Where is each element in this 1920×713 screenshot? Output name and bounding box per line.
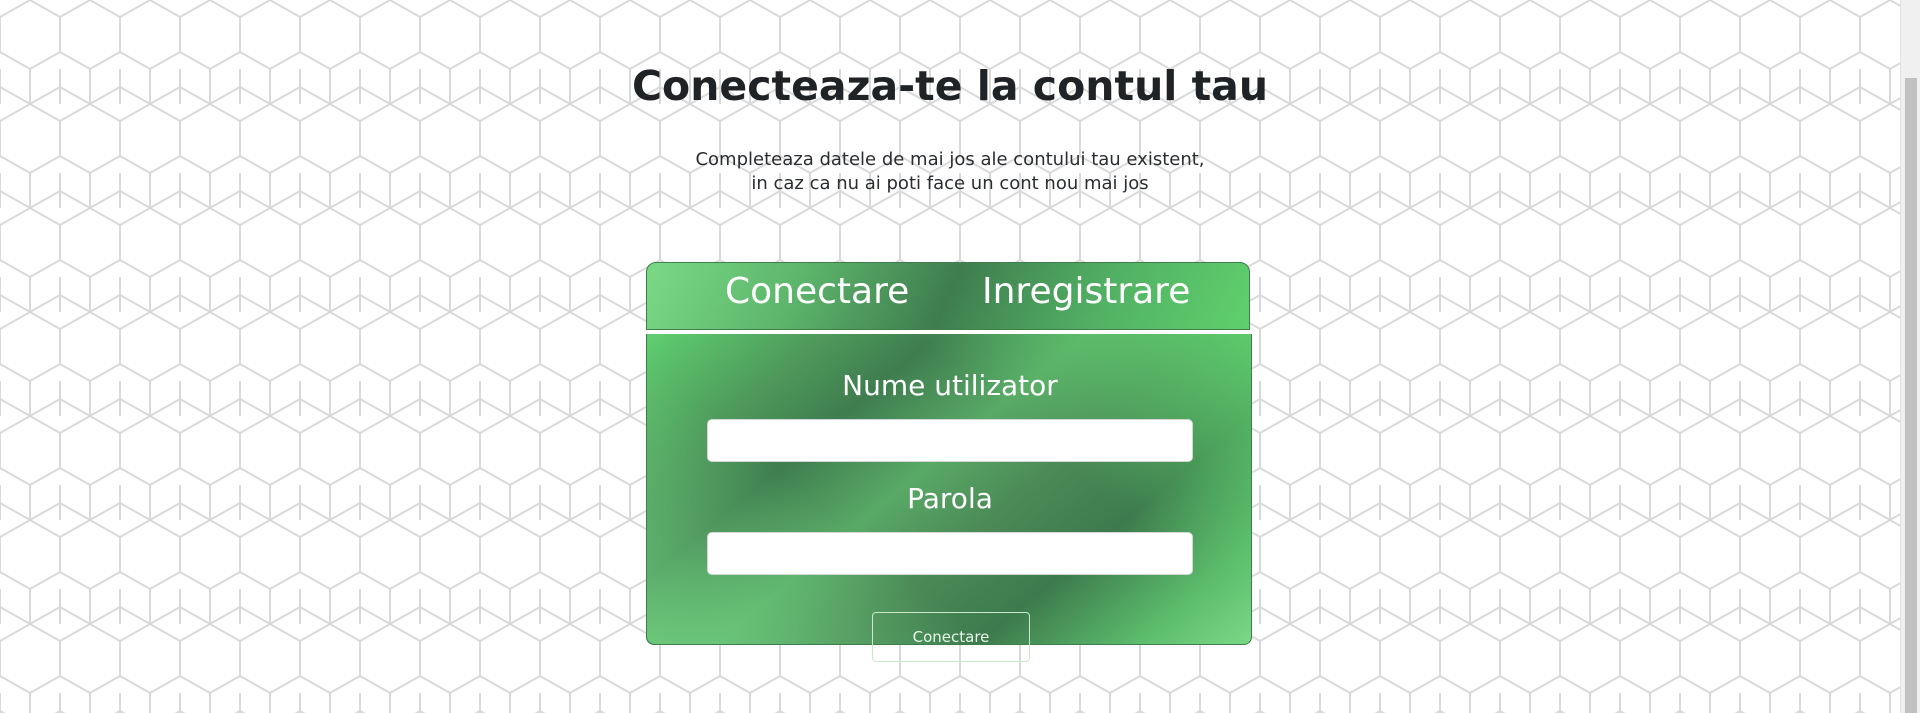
auth-card: Conectare Inregistrare Nume utilizator P… xyxy=(646,262,1252,682)
password-input[interactable] xyxy=(707,532,1193,575)
page-subtitle: Completeaza datele de mai jos ale contul… xyxy=(0,148,1900,196)
page-title: Conecteaza-te la contul tau xyxy=(631,62,1269,110)
subtitle-line-1: Completeaza datele de mai jos ale contul… xyxy=(695,149,1205,170)
auth-tabs: Conectare Inregistrare xyxy=(646,262,1250,330)
username-input[interactable] xyxy=(707,419,1193,462)
login-submit-button[interactable]: Conectare xyxy=(872,612,1030,662)
password-label: Parola xyxy=(907,482,993,515)
username-label: Nume utilizator xyxy=(842,369,1058,402)
vertical-scrollbar[interactable] xyxy=(1900,0,1920,713)
login-form: Nume utilizator Parola Conectare xyxy=(646,334,1252,662)
subtitle-line-2: in caz ca nu ai poti face un cont nou ma… xyxy=(751,173,1149,194)
tab-login[interactable]: Conectare xyxy=(725,271,909,312)
scrollbar-thumb[interactable] xyxy=(1905,78,1917,713)
tab-register[interactable]: Inregistrare xyxy=(982,271,1190,312)
login-page: Conecteaza-te la contul tau Completeaza … xyxy=(0,0,1900,713)
